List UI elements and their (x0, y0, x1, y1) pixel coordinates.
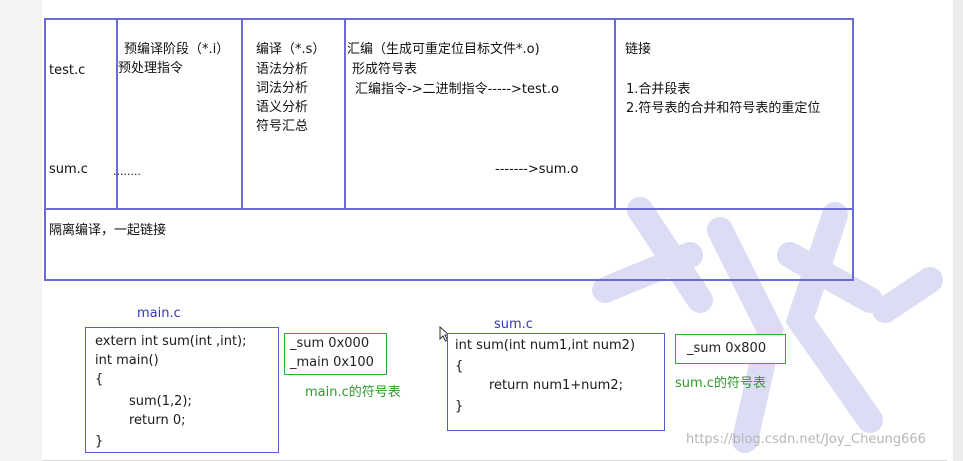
right-margin-strip (953, 0, 963, 461)
main-c-label: main.c (137, 306, 181, 321)
compile-step-symbol-summary: 符号汇总 (256, 119, 309, 134)
main-code-line: int main() (95, 353, 159, 368)
left-margin-strip (0, 0, 42, 461)
link-step-symbol-relocation: 2.符号表的合并和符号表的重定位 (626, 101, 821, 116)
column-divider (344, 18, 346, 210)
column-divider (241, 18, 243, 210)
main-code-line: sum(1,2); (129, 394, 192, 409)
main-c-symtab-label: main.c的符号表 (305, 385, 401, 400)
sum-code-line: { (455, 359, 464, 374)
preprocess-directives-text: 预处理指令 (118, 61, 184, 76)
main-code-line: } (95, 434, 104, 449)
sum-code-line: int sum(int num1,int num2) (455, 338, 636, 353)
assemble-output-test-o: 汇编指令->二进制指令----->test.o (355, 82, 559, 97)
sum-c-label: sum.c (494, 317, 533, 332)
link-step-merge-sections: 1.合并段表 (626, 82, 691, 97)
sum-c-symtab-label: sum.c的符号表 (675, 376, 766, 391)
symbol-entry: _sum 0x000 (290, 336, 370, 351)
preprocess-stage-title: 预编译阶段（*.i） (124, 42, 230, 57)
row-divider (44, 208, 854, 210)
sum-code-line: return num1+num2; (489, 378, 623, 393)
preprocess-sum-ellipsis: ........ (113, 165, 141, 178)
symbol-entry: _sum 0x800 (687, 341, 767, 356)
row-file-sum-c: sum.c (49, 162, 88, 177)
row-file-test-c: test.c (49, 63, 86, 78)
assemble-symbol-table-text: 形成符号表 (352, 62, 418, 77)
compile-stage-title: 编译（*.s） (256, 42, 326, 57)
symbol-entry: _main 0x100 (290, 355, 374, 370)
assemble-stage-title: 汇编（生成可重定位目标文件*.o) (347, 42, 540, 57)
main-code-line: { (95, 372, 104, 387)
assemble-output-sum-o: ------->sum.o (495, 162, 579, 177)
main-code-line: extern int sum(int ,int); (95, 334, 247, 349)
sum-code-line: } (455, 399, 464, 414)
bottom-note: 隔离编译，一起链接 (49, 223, 167, 238)
compile-step-lexical: 词法分析 (256, 81, 309, 96)
csdn-watermark-text: https://blog.csdn.net/Joy_Cheung666 (686, 432, 926, 447)
compile-step-semantic: 语义分析 (256, 100, 309, 115)
column-divider (614, 18, 616, 210)
main-code-line: return 0; (129, 413, 186, 428)
link-stage-title: 链接 (625, 42, 652, 57)
compile-step-syntax: 语法分析 (256, 62, 309, 77)
